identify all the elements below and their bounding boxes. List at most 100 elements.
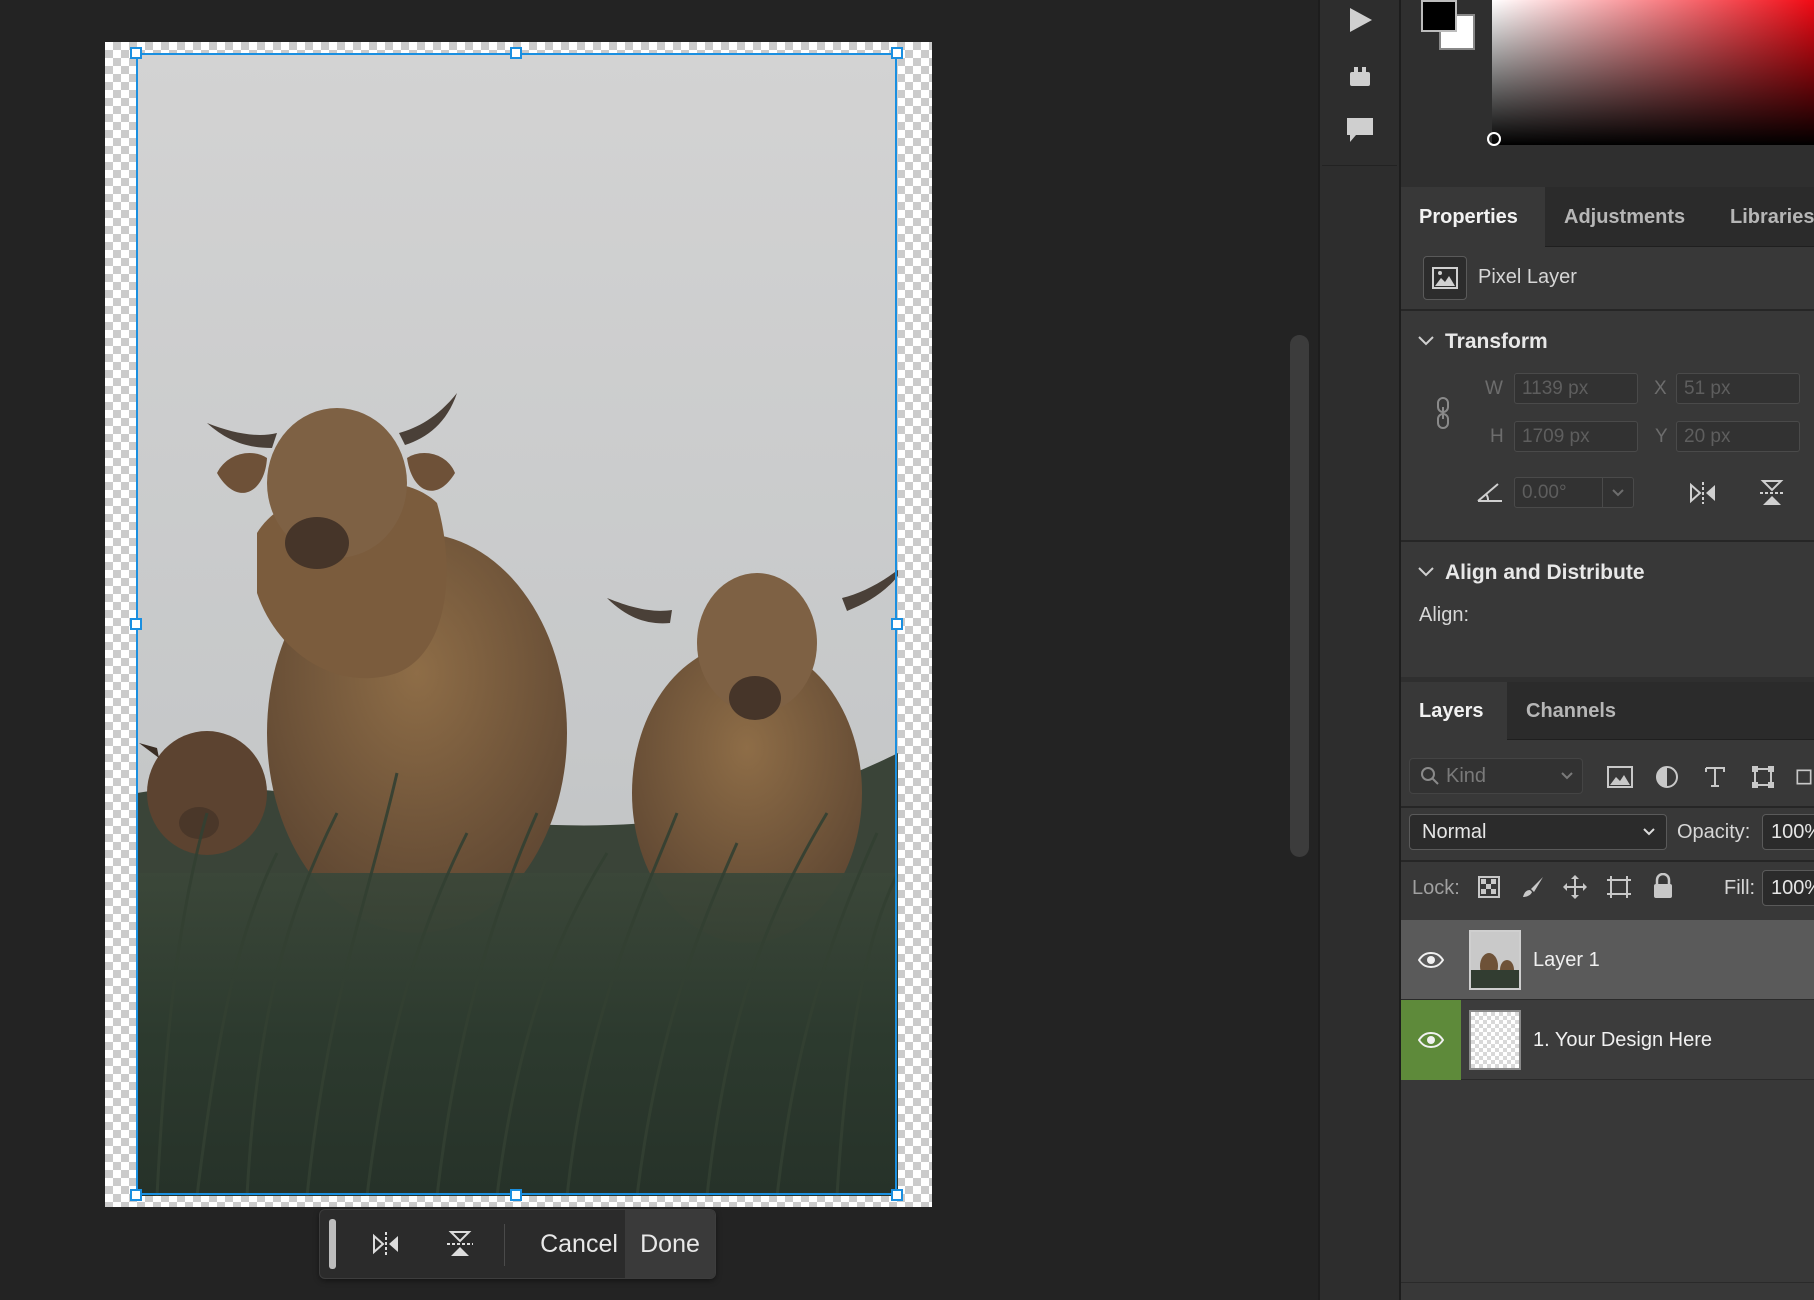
color-picker-cursor[interactable] (1487, 132, 1501, 146)
lock-position-button[interactable] (1560, 872, 1590, 902)
lock-image-pixels-button[interactable] (1518, 872, 1548, 902)
lock-transparent-pixels-button[interactable] (1474, 872, 1504, 902)
angle-icon (1476, 480, 1504, 509)
highland-cattle-photo (137, 53, 898, 1196)
blend-mode-value: Normal (1422, 820, 1487, 843)
transform-handle-bottom-right[interactable] (891, 1189, 903, 1201)
search-icon (1421, 767, 1439, 785)
width-field[interactable]: 1139 px (1514, 373, 1638, 404)
image-icon (1607, 766, 1633, 788)
actions-play-button[interactable] (1340, 2, 1380, 38)
layers-divider (1401, 860, 1814, 862)
lock-all-button[interactable] (1648, 871, 1678, 901)
opacity-field[interactable]: 100% (1762, 814, 1814, 850)
blend-mode-select[interactable]: Normal (1409, 814, 1667, 850)
properties-divider (1401, 540, 1814, 542)
canvas-scrollbar-thumb[interactable] (1290, 335, 1309, 857)
chevron-down-icon (1643, 828, 1655, 836)
transform-handle-top-right[interactable] (891, 47, 903, 59)
filter-adjustment-layers-button[interactable] (1650, 760, 1684, 794)
layer-image-highland-cattle[interactable] (137, 53, 898, 1196)
shape-icon (1752, 766, 1774, 788)
chevron-down-icon (1561, 772, 1573, 780)
flip-horizontal-icon (373, 1232, 398, 1256)
transform-handle-top-left[interactable] (130, 47, 142, 59)
flip-vertical-properties-button[interactable] (1754, 474, 1790, 512)
layers-footer-divider (1401, 1282, 1814, 1283)
y-position-field[interactable]: 20 px (1676, 421, 1800, 452)
artboard-icon (1607, 876, 1631, 898)
cancel-button[interactable]: Cancel (520, 1210, 638, 1278)
lock-icon (1654, 873, 1672, 898)
play-icon (1350, 8, 1372, 32)
layer-visibility-toggle[interactable] (1401, 920, 1461, 1000)
layer-1-thumbnail (1469, 930, 1521, 990)
filter-smart-object-button[interactable] (1794, 760, 1814, 794)
layer-name[interactable]: Layer 1 (1533, 920, 1600, 1000)
layers-tabbar: Layers Channels (1401, 682, 1814, 740)
layer-filter-kind-select[interactable]: Kind (1409, 758, 1583, 794)
transform-handle-bottom-left[interactable] (130, 1189, 142, 1201)
type-icon (1705, 767, 1725, 787)
layer-visibility-toggle[interactable] (1401, 1000, 1461, 1080)
tab-properties[interactable]: Properties (1401, 187, 1545, 247)
width-label: W (1485, 378, 1503, 399)
link-dimensions-icon[interactable] (1434, 396, 1452, 435)
eye-icon (1418, 952, 1444, 968)
layers-divider (1401, 806, 1814, 808)
rotation-angle-value: 0.00° (1522, 481, 1567, 503)
transform-handle-middle-right[interactable] (891, 618, 903, 630)
tab-layers[interactable]: Layers (1401, 682, 1507, 740)
brush-icon (1523, 877, 1543, 897)
transform-handle-middle-left[interactable] (130, 618, 142, 630)
transform-handle-top-center[interactable] (510, 47, 522, 59)
layer-row-your-design-here[interactable]: 1. Your Design Here (1401, 1000, 1814, 1080)
angle-dropdown-chevron-icon[interactable] (1602, 478, 1633, 507)
transform-handle-bottom-center[interactable] (510, 1189, 522, 1201)
move-arrows-icon (1563, 875, 1587, 899)
fill-field[interactable]: 100% (1762, 870, 1814, 906)
layer-kind-label: Pixel Layer (1478, 266, 1577, 288)
x-label: X (1654, 378, 1667, 399)
taskbar-drag-handle[interactable] (329, 1219, 336, 1269)
eye-icon (1418, 1032, 1444, 1048)
fill-label: Fill: (1724, 877, 1756, 899)
filter-type-layers-button[interactable] (1698, 760, 1732, 794)
tab-adjustments[interactable]: Adjustments (1546, 187, 1711, 247)
checkerboard-icon (1478, 876, 1500, 898)
transform-section-title[interactable]: Transform (1445, 330, 1548, 354)
foreground-color-swatch[interactable] (1421, 0, 1457, 32)
contextual-task-bar: Cancel Done (319, 1209, 716, 1279)
plugin-icon (1350, 67, 1370, 86)
color-picker-field[interactable] (1492, 0, 1814, 145)
rotation-angle-field[interactable]: 0.00° (1514, 477, 1634, 508)
filter-shape-layers-button[interactable] (1746, 760, 1780, 794)
your-design-here-thumbnail (1469, 1010, 1521, 1070)
taskbar-divider (504, 1224, 505, 1266)
lock-artboard-button[interactable] (1604, 872, 1634, 902)
y-label: Y (1655, 426, 1668, 447)
height-field[interactable]: 1709 px (1514, 421, 1638, 452)
done-button[interactable]: Done (625, 1210, 715, 1278)
align-section-title[interactable]: Align and Distribute (1445, 561, 1645, 585)
smart-object-icon (1796, 769, 1812, 785)
comments-button[interactable] (1340, 110, 1380, 150)
opacity-label: Opacity: (1677, 821, 1751, 843)
flip-vertical-icon (447, 1231, 473, 1256)
align-collapse-chevron-icon[interactable] (1416, 562, 1436, 587)
flip-horizontal-button[interactable] (356, 1210, 416, 1278)
layer-name[interactable]: 1. Your Design Here (1533, 1000, 1712, 1080)
plugins-button[interactable] (1340, 58, 1380, 94)
x-position-field[interactable]: 51 px (1676, 373, 1800, 404)
flip-vertical-button[interactable] (430, 1210, 490, 1278)
flip-horizontal-properties-button[interactable] (1683, 476, 1723, 510)
transform-collapse-chevron-icon[interactable] (1416, 331, 1436, 356)
tab-channels[interactable]: Channels (1508, 682, 1633, 740)
filter-pixel-layers-button[interactable] (1603, 760, 1637, 794)
layer-row-layer-1[interactable]: Layer 1 (1401, 920, 1814, 1000)
tab-libraries[interactable]: Libraries (1712, 187, 1814, 247)
properties-divider (1401, 309, 1814, 311)
height-label: H (1490, 426, 1504, 447)
align-label: Align: (1419, 604, 1470, 626)
foreground-background-swatches[interactable] (1419, 0, 1483, 56)
